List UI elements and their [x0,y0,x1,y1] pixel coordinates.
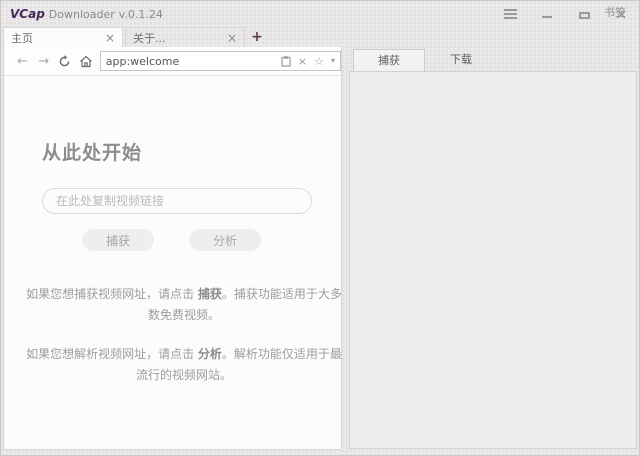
tab-home[interactable]: 主页 × [3,27,123,47]
analyze-button[interactable]: 分析 [189,229,261,251]
menu-button[interactable] [502,6,518,22]
app-title: VCap Downloader v.0.1.24 [1,7,163,21]
tab-close-icon[interactable]: × [227,32,237,44]
clear-url-icon[interactable]: × [298,56,307,67]
titlebar: VCap Downloader v.0.1.24 × [1,1,639,27]
refresh-button[interactable] [54,55,75,68]
minimize-icon [542,16,552,18]
hamburger-icon [504,13,517,15]
home-button[interactable] [76,55,97,68]
tab-label: 主页 [11,30,105,46]
capture-download-panel: 捕获 下载 [349,49,637,449]
home-icon [79,55,93,68]
tab-close-icon[interactable]: × [105,32,115,44]
app-name-suffix: Downloader [49,8,115,21]
app-logo: VCap [10,7,45,21]
page-title: 从此处开始 [42,138,341,165]
tab-label: 关于... [133,30,227,46]
maximize-icon [579,12,590,19]
paste-icon[interactable] [281,56,291,67]
capture-button[interactable]: 捕获 [82,229,154,251]
back-button[interactable]: ← [12,54,33,69]
browser-tabbar: 主页 × 关于... × + [3,27,637,47]
bookmarks-button[interactable]: 书签 [604,4,626,20]
minimize-button[interactable] [539,6,555,22]
refresh-icon [58,55,71,68]
capture-instruction: 如果您想捕获视频网址，请点击 捕获。捕获功能适用于大多数免费视频。 [24,284,344,326]
address-bar: × ☆ ▾ [100,51,341,71]
app-window: VCap Downloader v.0.1.24 × 主页 × 关于... × … [0,0,640,456]
bookmark-star-icon[interactable]: ☆ [314,56,324,67]
panel-tabbar: 捕获 下载 [349,49,637,71]
action-buttons: 捕获 分析 [42,229,341,251]
app-version: v.0.1.24 [119,8,163,21]
welcome-page: 从此处开始 捕获 分析 如果您想捕获视频网址，请点击 捕获。捕获功能适用于大多数… [4,76,341,386]
url-dropdown-icon[interactable]: ▾ [331,57,335,65]
url-input[interactable] [106,55,281,68]
address-bar-icons: × ☆ ▾ [281,56,335,67]
browser-panel: ← → × [3,47,342,450]
new-tab-button[interactable]: + [245,27,269,47]
video-link-input[interactable] [42,188,312,214]
tab-download[interactable]: 下载 [425,49,497,71]
navigation-bar: ← → × [4,47,341,76]
capture-list-area [349,71,637,449]
instructions: 如果您想捕获视频网址，请点击 捕获。捕获功能适用于大多数免费视频。 如果您想解析… [24,284,344,386]
maximize-button[interactable] [576,6,592,22]
forward-button[interactable]: → [33,54,54,69]
tab-capture[interactable]: 捕获 [353,49,425,71]
tab-about[interactable]: 关于... × [125,27,245,47]
analyze-instruction: 如果您想解析视频网址，请点击 分析。解析功能仅适用于最流行的视频网站。 [24,344,344,386]
